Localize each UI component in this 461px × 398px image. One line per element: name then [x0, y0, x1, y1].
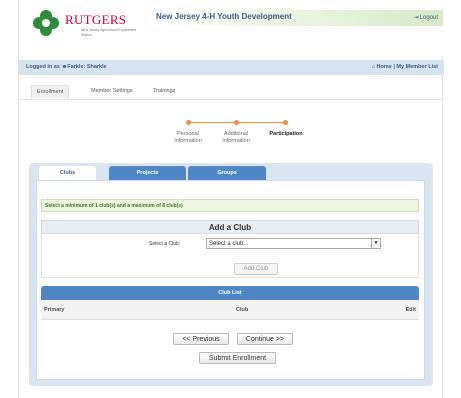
logout-link[interactable]: ⇥Logout: [414, 14, 438, 21]
nav-separator: |: [393, 64, 395, 70]
step-participation-line1: Participation: [269, 131, 303, 137]
header: RUTGERS New Jersey Agricultural Experime…: [19, 0, 444, 57]
clover-logo-icon: [33, 10, 59, 36]
club-limit-notice: Select a minimum of 1 club(s) and a maxi…: [41, 199, 419, 212]
club-list-title: Club List: [41, 286, 419, 300]
club-limit-text: Select a minimum of 1 club(s) and a maxi…: [45, 203, 183, 209]
home-link[interactable]: Home: [377, 64, 392, 70]
club-list-columns: Primary Club Edit: [41, 300, 419, 320]
tab-enrollment[interactable]: Enrollment: [31, 85, 70, 98]
column-club: Club: [236, 307, 249, 313]
tab-projects[interactable]: Projects: [109, 166, 186, 181]
column-primary: Primary: [44, 307, 65, 313]
logged-in-status: Logged in as ☻Farkle: Sharkle: [26, 64, 107, 70]
select-club-dropdown[interactable]: Select a club... ▼: [206, 238, 381, 249]
step-participation: Participation: [262, 131, 310, 138]
user-name: Farkle: Sharkle: [67, 64, 107, 70]
step-dot-personal: [186, 120, 191, 125]
step-personal-line2: Information: [174, 138, 202, 144]
tab-groups[interactable]: Groups: [188, 166, 266, 181]
logout-icon: ⇥: [413, 15, 419, 21]
logged-in-label: Logged in as: [26, 64, 60, 70]
tab-clubs[interactable]: Clubs: [39, 166, 96, 181]
step-dot-participation: [283, 120, 288, 125]
add-club-title: Add a Club: [41, 220, 419, 234]
tab-member-settings[interactable]: Member Settings: [91, 88, 133, 94]
add-club-row: Add Club: [41, 253, 419, 278]
previous-button[interactable]: << Previous: [173, 333, 229, 345]
member-list-link[interactable]: My Member List: [396, 64, 438, 70]
page-frame: RUTGERS New Jersey Agricultural Experime…: [18, 0, 444, 398]
step-additional-line2: Information: [222, 138, 250, 144]
select-club-label: Select a Club:: [149, 241, 181, 247]
brand-subtitle: New Jersey Agricultural Experiment Stati…: [81, 28, 137, 37]
chevron-down-icon[interactable]: ▼: [371, 239, 380, 248]
step-dot-additional: [234, 120, 239, 125]
add-club-button[interactable]: Add Club: [234, 263, 278, 275]
submit-enrollment-button[interactable]: Submit Enrollment: [199, 352, 276, 364]
top-tab-bar: Enrollment Member Settings Trainings: [19, 84, 444, 100]
step-personal-line1: Personal: [177, 131, 199, 137]
step-additional-line1: Additional: [223, 131, 249, 137]
step-personal-information: Personal Information: [166, 131, 210, 145]
select-club-value: Select a club...: [209, 241, 249, 247]
logout-label: Logout: [419, 15, 438, 21]
tab-trainings[interactable]: Trainings: [153, 88, 175, 94]
column-edit: Edit: [405, 307, 416, 313]
brand-name: RUTGERS: [65, 12, 127, 27]
site-title: New Jersey 4-H Youth Development: [156, 12, 292, 21]
home-icon: ⌂: [371, 64, 375, 70]
continue-button[interactable]: Continue >>: [237, 333, 293, 345]
nav-links: ⌂ Home | My Member List: [372, 64, 438, 70]
select-club-row: Select a Club: Select a club... ▼: [41, 235, 419, 253]
login-bar: Logged in as ☻Farkle: Sharkle ⌂ Home | M…: [19, 60, 444, 75]
step-additional-information: Additional Information: [214, 131, 258, 145]
